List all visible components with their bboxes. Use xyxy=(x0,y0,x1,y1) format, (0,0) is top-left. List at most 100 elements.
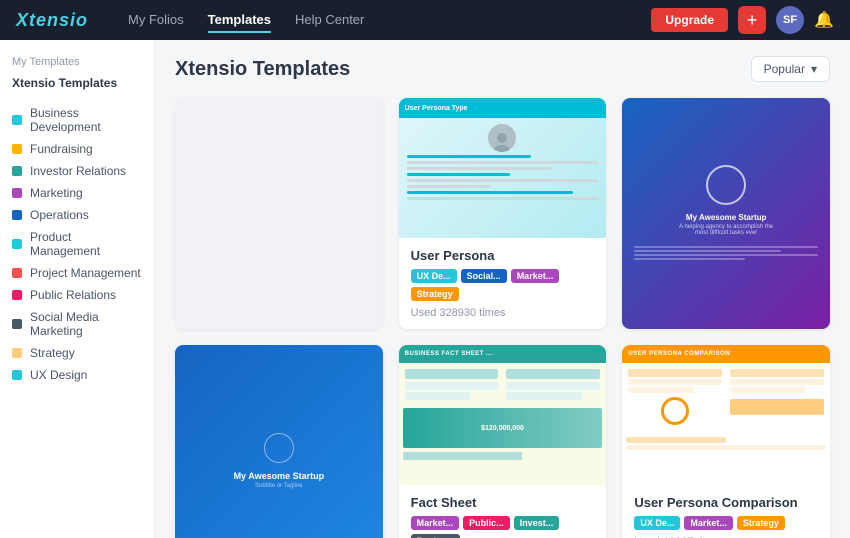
upc-header-text: User Persona Comparison xyxy=(628,351,730,357)
template-thumb-blank-slate xyxy=(175,98,383,329)
template-card-upc[interactable]: User Persona Comparison xyxy=(622,345,830,538)
sidebar-label-public-relations: Public Relations xyxy=(30,288,116,302)
dot-business-dev xyxy=(12,115,22,125)
sidebar-item-public-relations[interactable]: Public Relations xyxy=(12,284,142,306)
sidebar-item-social-media[interactable]: Social Media Marketing xyxy=(12,306,142,342)
up-avatar-shape xyxy=(488,124,516,152)
dot-ux-design xyxy=(12,370,22,380)
tag-public: Public... xyxy=(463,516,510,530)
templates-grid: Blank Slate User Persona Type xyxy=(175,98,830,538)
plus-button[interactable]: + xyxy=(738,6,766,34)
fs-header-text: Business Fact Sheet ... xyxy=(405,351,493,357)
dot-fundraising xyxy=(12,144,22,154)
sidebar-label-marketing: Marketing xyxy=(30,186,83,200)
sidebar-item-product-mgmt[interactable]: Product Management xyxy=(12,226,142,262)
dot-marketing xyxy=(12,188,22,198)
sidebar-label-social-media: Social Media Marketing xyxy=(30,310,142,338)
tag-invest3: Invest... xyxy=(514,516,560,530)
sidebar: My Templates Xtensio Templates Business … xyxy=(0,40,155,538)
nav-links: My Folios Templates Help Center xyxy=(128,8,651,33)
card-used-user-persona: Used 328930 times xyxy=(411,307,595,319)
avatar[interactable]: SF xyxy=(776,6,804,34)
template-thumb-startup: My Awesome Startup A helping agency to a… xyxy=(622,98,830,329)
tag-social: Social... xyxy=(461,269,507,283)
tag-ux2: UX De... xyxy=(634,516,680,530)
tag-busine3: Busine... xyxy=(411,534,461,538)
page-title: Xtensio Templates xyxy=(175,58,350,81)
sop-title-text: My Awesome Startup xyxy=(686,213,766,222)
dot-product-mgmt xyxy=(12,239,22,249)
sidebar-label-operations: Operations xyxy=(30,208,89,222)
card-title-fact-sheet: Fact Sheet xyxy=(411,495,595,510)
card-tags-fact-sheet: Market... Public... Invest... Busine... xyxy=(411,516,595,538)
sidebar-item-project-mgmt[interactable]: Project Management xyxy=(12,262,142,284)
dot-investor xyxy=(12,166,22,176)
content-header: Xtensio Templates Popular ▾ xyxy=(175,56,830,82)
template-thumb-fact-sheet: Business Fact Sheet ... xyxy=(399,345,607,485)
sidebar-item-operations[interactable]: Operations xyxy=(12,204,142,226)
sop-sub-text: A helping agency to accomplish themost d… xyxy=(679,224,773,236)
sidebar-label-fundraising: Fundraising xyxy=(30,142,93,156)
sort-label: Popular xyxy=(764,62,805,76)
template-card-blank-slate[interactable]: Blank Slate xyxy=(175,98,383,329)
nav-help-center[interactable]: Help Center xyxy=(295,8,364,33)
card-info-user-persona: User Persona UX De... Social... Market..… xyxy=(399,238,607,329)
sidebar-label-business-dev: Business Development xyxy=(30,106,142,134)
template-thumb-upc: User Persona Comparison xyxy=(622,345,830,485)
template-thumb-user-persona: User Persona Type xyxy=(399,98,607,238)
sidebar-item-marketing[interactable]: Marketing xyxy=(12,182,142,204)
main-content: Xtensio Templates Popular ▾ Blank Slate xyxy=(155,40,850,538)
sop-circle xyxy=(706,165,746,205)
template-card-pitch-deck[interactable]: My Awesome Startup Subtitle or Tagline P… xyxy=(175,345,383,538)
template-card-startup[interactable]: My Awesome Startup A helping agency to a… xyxy=(622,98,830,329)
card-tags-user-persona: UX De... Social... Market... Strategy xyxy=(411,269,595,301)
bell-icon[interactable]: 🔔 xyxy=(814,10,834,30)
tag-market: Market... xyxy=(511,269,560,283)
up-header-text: User Persona Type xyxy=(405,105,468,112)
template-card-fact-sheet[interactable]: Business Fact Sheet ... xyxy=(399,345,607,538)
sidebar-item-strategy[interactable]: Strategy xyxy=(12,342,142,364)
sidebar-label-ux-design: UX Design xyxy=(30,368,87,382)
nav-templates[interactable]: Templates xyxy=(208,8,271,33)
template-card-user-persona[interactable]: User Persona Type xyxy=(399,98,607,329)
tag-strategy2: Strategy xyxy=(737,516,785,530)
sidebar-item-fundraising[interactable]: Fundraising xyxy=(12,138,142,160)
dot-project-mgmt xyxy=(12,268,22,278)
sidebar-label-strategy: Strategy xyxy=(30,346,75,360)
upgrade-button[interactable]: Upgrade xyxy=(651,8,728,32)
nav-right: Upgrade + SF 🔔 xyxy=(651,6,834,34)
dot-strategy xyxy=(12,348,22,358)
sort-dropdown[interactable]: Popular ▾ xyxy=(751,56,830,82)
sidebar-item-ux-design[interactable]: UX Design xyxy=(12,364,142,386)
logo: Xtensio xyxy=(16,10,88,31)
logo-x: X xyxy=(16,10,29,30)
tag-ux: UX De... xyxy=(411,269,457,283)
tag-market3: Market... xyxy=(684,516,733,530)
sidebar-item-business-dev[interactable]: Business Development xyxy=(12,102,142,138)
pd-sub-text: Subtitle or Tagline xyxy=(255,483,303,489)
template-thumb-pitch-deck: My Awesome Startup Subtitle or Tagline xyxy=(175,345,383,538)
tag-market2: Market... xyxy=(411,516,460,530)
sidebar-label-investor: Investor Relations xyxy=(30,164,126,178)
sidebar-label-project-mgmt: Project Management xyxy=(30,266,141,280)
my-templates-label: My Templates xyxy=(12,56,142,68)
main-layout: My Templates Xtensio Templates Business … xyxy=(0,40,850,538)
card-tags-upc: UX De... Market... Strategy xyxy=(634,516,818,530)
card-title-upc: User Persona Comparison xyxy=(634,495,818,510)
chevron-down-icon: ▾ xyxy=(811,62,817,76)
sop-lines xyxy=(634,244,818,262)
sidebar-item-investor[interactable]: Investor Relations xyxy=(12,160,142,182)
dot-operations xyxy=(12,210,22,220)
pd-title-text: My Awesome Startup xyxy=(234,471,325,481)
dot-public-relations xyxy=(12,290,22,300)
tag-strategy: Strategy xyxy=(411,287,459,301)
card-title-user-persona: User Persona xyxy=(411,248,595,263)
dot-social-media xyxy=(12,319,22,329)
nav-my-folios[interactable]: My Folios xyxy=(128,8,184,33)
pd-circle xyxy=(264,433,294,463)
card-info-upc: User Persona Comparison UX De... Market.… xyxy=(622,485,830,538)
top-nav: Xtensio My Folios Templates Help Center … xyxy=(0,0,850,40)
sidebar-label-product-mgmt: Product Management xyxy=(30,230,142,258)
xtensio-templates-label: Xtensio Templates xyxy=(12,76,142,90)
card-info-fact-sheet: Fact Sheet Market... Public... Invest...… xyxy=(399,485,607,538)
